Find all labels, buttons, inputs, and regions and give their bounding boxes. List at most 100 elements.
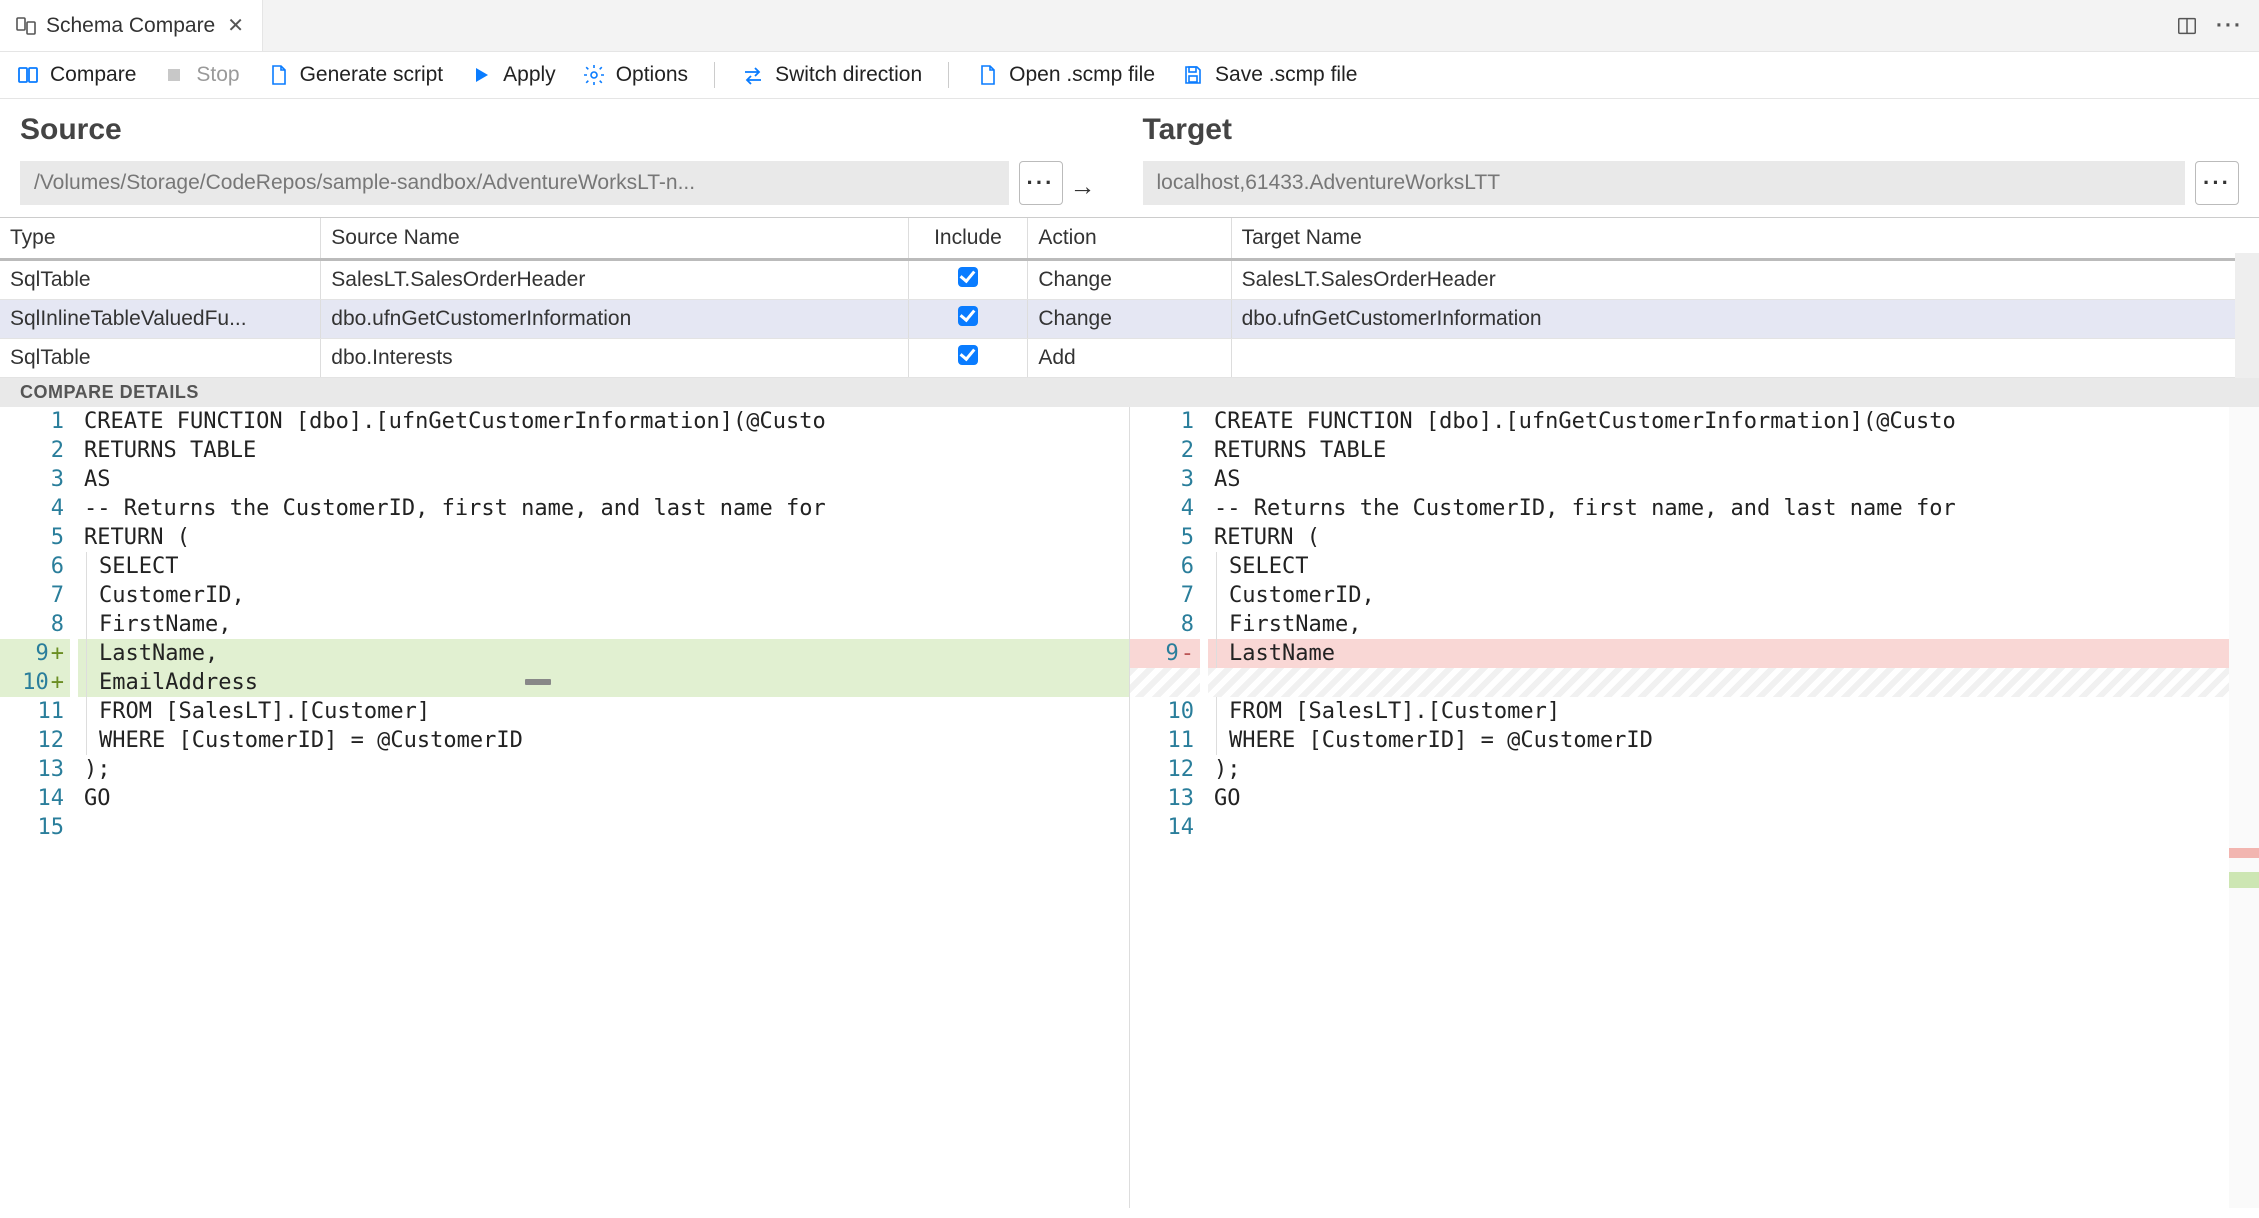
toolbar-separator xyxy=(714,62,715,88)
source-path-field[interactable]: /Volumes/Storage/CodeRepos/sample-sandbo… xyxy=(20,161,1009,205)
line-number: 4 xyxy=(1130,494,1200,523)
apply-label: Apply xyxy=(503,63,556,87)
code-line: CREATE FUNCTION [dbo].[ufnGetCustomerInf… xyxy=(78,407,1129,436)
diff-pane-right[interactable]: 123456789- 1011121314 CREATE FUNCTION [d… xyxy=(1129,407,2259,1208)
col-type[interactable]: Type xyxy=(0,218,321,260)
line-number: 2 xyxy=(0,436,70,465)
tab-title: Schema Compare xyxy=(46,14,215,38)
source-target-panel: Source /Volumes/Storage/CodeRepos/sample… xyxy=(0,99,2259,217)
target-column: Target localhost,61433.AdventureWorksLTT xyxy=(1143,113,2186,205)
target-heading: Target xyxy=(1143,113,2186,147)
code-line: ); xyxy=(1208,755,2259,784)
cell-type: SqlInlineTableValuedFu... xyxy=(0,300,321,339)
code-line: ); xyxy=(78,755,1129,784)
line-number xyxy=(1130,668,1200,697)
code-line: RETURN ( xyxy=(78,523,1129,552)
line-number: 13 xyxy=(1130,784,1200,813)
stop-button: Stop xyxy=(162,63,239,87)
cell-action: Change xyxy=(1028,260,1231,300)
swap-icon xyxy=(741,63,765,87)
line-number: 10+ xyxy=(0,668,70,697)
save-scmp-button[interactable]: Save .scmp file xyxy=(1181,63,1357,87)
compare-icon xyxy=(16,63,40,87)
source-browse-button[interactable]: ··· xyxy=(1019,161,1063,205)
options-button[interactable]: Options xyxy=(582,63,688,87)
script-icon xyxy=(266,63,290,87)
line-number: 14 xyxy=(0,784,70,813)
table-row[interactable]: SqlTabledbo.InterestsAdd xyxy=(0,339,2259,378)
line-number: 6 xyxy=(1130,552,1200,581)
cell-type: SqlTable xyxy=(0,339,321,378)
code-line: AS xyxy=(1208,465,2259,494)
toolbar: Compare Stop Generate script Apply Optio… xyxy=(0,52,2259,99)
target-browse-button[interactable]: ··· xyxy=(2195,161,2239,205)
code-line: CREATE FUNCTION [dbo].[ufnGetCustomerInf… xyxy=(1208,407,2259,436)
line-number: 2 xyxy=(1130,436,1200,465)
code-line: WHERE [CustomerID] = @CustomerID xyxy=(78,726,1129,755)
col-target-name[interactable]: Target Name xyxy=(1231,218,2259,260)
cell-include xyxy=(908,300,1028,339)
close-icon[interactable]: ✕ xyxy=(223,13,248,38)
tab-schema-compare[interactable]: Schema Compare ✕ xyxy=(0,0,263,51)
col-source-name[interactable]: Source Name xyxy=(321,218,908,260)
schema-compare-icon xyxy=(14,14,38,38)
line-number: 6 xyxy=(0,552,70,581)
code-line: RETURNS TABLE xyxy=(78,436,1129,465)
tab-bar: Schema Compare ✕ ··· xyxy=(0,0,2259,52)
code-line: RETURNS TABLE xyxy=(1208,436,2259,465)
code-line: FROM [SalesLT].[Customer] xyxy=(78,697,1129,726)
table-row[interactable]: SqlTableSalesLT.SalesOrderHeaderChangeSa… xyxy=(0,260,2259,300)
col-action[interactable]: Action xyxy=(1028,218,1231,260)
cell-include xyxy=(908,260,1028,300)
line-number: 5 xyxy=(1130,523,1200,552)
code-line: GO xyxy=(1208,784,2259,813)
line-number: 9- xyxy=(1130,639,1200,668)
minimap[interactable] xyxy=(2229,407,2259,1208)
compare-button[interactable]: Compare xyxy=(16,63,136,87)
more-actions-icon[interactable]: ··· xyxy=(2216,14,2243,38)
code-line xyxy=(78,813,1129,842)
table-scrollbar[interactable] xyxy=(2235,253,2259,378)
code-line: AS xyxy=(78,465,1129,494)
line-number: 4 xyxy=(0,494,70,523)
line-number: 7 xyxy=(0,581,70,610)
cell-action: Change xyxy=(1028,300,1231,339)
direction-arrow-icon: → xyxy=(1063,113,1103,202)
table-header-row: Type Source Name Include Action Target N… xyxy=(0,218,2259,260)
code-line: LastName xyxy=(1208,639,2259,668)
file-open-icon xyxy=(975,63,999,87)
code-line: EmailAddress xyxy=(78,668,1129,697)
cell-source-name: dbo.ufnGetCustomerInformation xyxy=(321,300,908,339)
include-checkbox[interactable] xyxy=(958,306,978,326)
target-path-field[interactable]: localhost,61433.AdventureWorksLTT xyxy=(1143,161,2186,205)
line-number: 9+ xyxy=(0,639,70,668)
options-label: Options xyxy=(616,63,688,87)
diff-area: 123456789+10+1112131415 CREATE FUNCTION … xyxy=(0,407,2259,1208)
split-handle[interactable] xyxy=(525,679,551,685)
code-line: GO xyxy=(78,784,1129,813)
line-number: 7 xyxy=(1130,581,1200,610)
source-heading: Source xyxy=(20,113,1063,147)
diff-pane-left[interactable]: 123456789+10+1112131415 CREATE FUNCTION … xyxy=(0,407,1129,1208)
table-row[interactable]: SqlInlineTableValuedFu...dbo.ufnGetCusto… xyxy=(0,300,2259,339)
switch-direction-button[interactable]: Switch direction xyxy=(741,63,922,87)
save-label: Save .scmp file xyxy=(1215,63,1357,87)
code-line xyxy=(1208,813,2259,842)
cell-target-name: SalesLT.SalesOrderHeader xyxy=(1231,260,2259,300)
col-include[interactable]: Include xyxy=(908,218,1028,260)
split-editor-icon[interactable] xyxy=(2176,15,2198,37)
comparison-table: Type Source Name Include Action Target N… xyxy=(0,217,2259,378)
code-line: FirstName, xyxy=(1208,610,2259,639)
generate-script-button[interactable]: Generate script xyxy=(266,63,444,87)
code-line: SELECT xyxy=(1208,552,2259,581)
include-checkbox[interactable] xyxy=(958,345,978,365)
line-number: 11 xyxy=(1130,726,1200,755)
code-line: RETURN ( xyxy=(1208,523,2259,552)
cell-source-name: SalesLT.SalesOrderHeader xyxy=(321,260,908,300)
open-scmp-button[interactable]: Open .scmp file xyxy=(975,63,1155,87)
line-number: 10 xyxy=(1130,697,1200,726)
cell-include xyxy=(908,339,1028,378)
code-line: -- Returns the CustomerID, first name, a… xyxy=(1208,494,2259,523)
apply-button[interactable]: Apply xyxy=(469,63,556,87)
include-checkbox[interactable] xyxy=(958,267,978,287)
